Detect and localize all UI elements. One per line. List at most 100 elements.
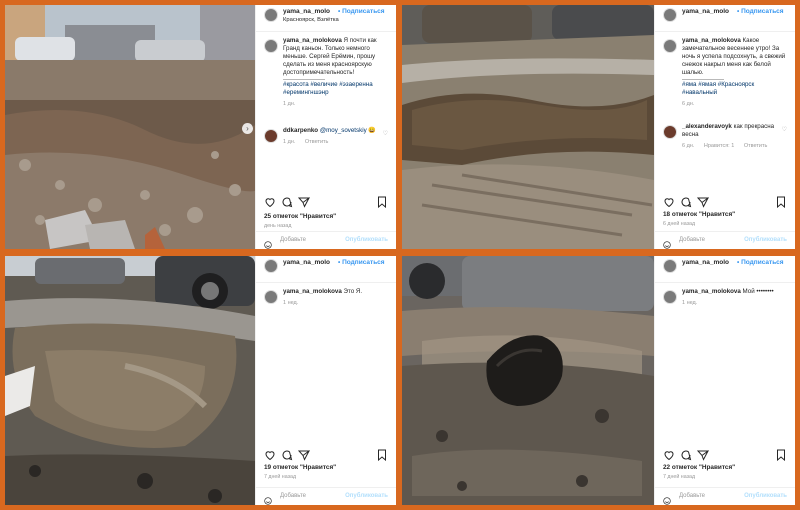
avatar[interactable] [264,259,278,273]
comment-icon[interactable] [680,196,692,208]
avatar[interactable] [264,8,278,22]
post-1: › yama_na_molo • Подписаться Красноярск,… [5,5,396,249]
add-comment-row: Добавьте Опубликовать [256,231,396,249]
avatar[interactable] [264,290,278,304]
heart-icon[interactable]: ♡ [782,126,787,133]
caption-text: Мой •••••••• [742,288,774,295]
add-comment-input[interactable]: Добавьте [679,493,705,499]
comment: _alexanderavoyk как прекрасна весна 6 дн… [663,123,787,149]
caption-username[interactable]: yama_na_molokova [682,37,741,44]
heart-icon[interactable] [663,196,675,208]
likes-count[interactable]: 22 отметок "Нравится" [663,464,735,471]
post-age: 6 дней назад [663,221,696,227]
avatar[interactable] [264,129,278,143]
heart-icon[interactable] [663,449,675,461]
action-bar [663,449,787,463]
add-comment-row: Добавьте Опубликовать [655,487,795,505]
smile-icon[interactable] [663,492,671,505]
comment-icon[interactable] [281,196,293,208]
smile-icon[interactable] [264,236,272,249]
post-2: yama_na_molo • Подписаться yama_na_molok… [402,5,795,249]
action-bar [264,449,388,463]
publish-button[interactable]: Опубликовать [744,237,787,243]
post-photo [5,256,255,505]
add-comment-input[interactable]: Добавьте [679,237,705,243]
chevron-right-icon[interactable]: › [242,123,253,134]
add-comment-input[interactable]: Добавьте [280,237,306,243]
post-sidebar: yama_na_molo • Подписаться Красноярск, В… [255,5,396,249]
bookmark-icon[interactable] [775,449,787,461]
username[interactable]: yama_na_molo [283,259,330,266]
comment-time: 1 дн. [283,139,296,145]
heart-icon[interactable] [264,196,276,208]
follow-button[interactable]: • Подписаться [737,259,784,266]
caption: yama_na_molokova Это Я. 1 нед. [264,288,388,306]
comment-time: 6 дн. [682,143,695,149]
follow-button[interactable]: • Подписаться [338,259,385,266]
smile-icon[interactable] [264,492,272,505]
username[interactable]: yama_na_molo [283,8,330,15]
caption-username[interactable]: yama_na_molokova [682,288,741,295]
post-age: день назад [264,223,292,229]
post-sidebar: yama_na_molo • Подписаться yama_na_molok… [654,5,795,249]
post-sidebar: yama_na_molo • Подписаться yama_na_molok… [255,256,396,505]
caption-text: Это Я. [343,288,363,295]
smile-icon[interactable] [663,236,671,249]
likes-count[interactable]: 18 отметок "Нравится" [663,211,735,218]
likes-count[interactable]: 19 отметок "Нравится" [264,464,336,471]
bookmark-icon[interactable] [376,449,388,461]
post-age: 7 дней назад [663,474,696,480]
caption-username[interactable]: yama_na_molokova [283,37,342,44]
heart-icon[interactable]: ♡ [383,130,388,137]
publish-button[interactable]: Опубликовать [744,493,787,499]
post-age: 7 дней назад [264,474,297,480]
comment-likes[interactable]: Нравится: 1 [704,143,734,149]
share-icon[interactable] [298,449,310,461]
bookmark-icon[interactable] [376,196,388,208]
avatar[interactable] [663,8,677,22]
heart-icon[interactable] [264,449,276,461]
publish-button[interactable]: Опубликовать [345,493,388,499]
post-header: yama_na_molo • Подписаться Красноярск, В… [256,5,396,32]
comment: ddkarpenko @moy_sovetskiy 😀 1 дн. Ответи… [264,127,388,145]
bookmark-icon[interactable] [775,196,787,208]
share-icon[interactable] [697,449,709,461]
username[interactable]: yama_na_molo [682,259,729,266]
share-icon[interactable] [298,196,310,208]
caption-time: 6 дн. [682,101,695,107]
avatar[interactable] [663,39,677,53]
follow-button[interactable]: • Подписаться [338,8,385,15]
reply-button[interactable]: Ответить [305,139,329,145]
caption-time: 1 дн. [283,101,296,107]
comment-username[interactable]: ddkarpenko [283,127,318,134]
comment-icon[interactable] [680,449,692,461]
comment-icon[interactable] [281,449,293,461]
post-sidebar: yama_na_molo • Подписаться yama_na_molok… [654,256,795,505]
avatar[interactable] [663,125,677,139]
likes-count[interactable]: 25 отметок "Нравится" [264,213,336,220]
post-photo [402,5,654,249]
comment-username[interactable]: _alexanderavoyk [682,123,732,130]
caption: yama_na_molokova Я почти как Гранд каньо… [264,37,388,107]
add-comment-row: Добавьте Опубликовать [256,487,396,505]
follow-button[interactable]: • Подписаться [737,8,784,15]
location-link[interactable]: Красноярск, Взлётка [283,17,339,23]
reply-button[interactable]: Ответить [744,143,768,149]
post-photo [5,5,255,249]
post-header: yama_na_molo • Подписаться [256,256,396,283]
caption-time: 1 нед. [283,300,299,306]
avatar[interactable] [663,259,677,273]
caption-hashtags[interactable]: #яма #ямая #Красноярск #навальный [682,81,754,96]
caption-username[interactable]: yama_na_molokova [283,288,342,295]
avatar[interactable] [663,290,677,304]
post-4: yama_na_molo • Подписаться yama_na_molok… [402,256,795,505]
post-3: yama_na_molo • Подписаться yama_na_molok… [5,256,396,505]
username[interactable]: yama_na_molo [682,8,729,15]
add-comment-input[interactable]: Добавьте [280,493,306,499]
publish-button[interactable]: Опубликовать [345,237,388,243]
caption-hashtags[interactable]: #красота #величие #эзаеренна #еремингншэ… [283,81,373,96]
comment-mention[interactable]: @moy_sovetskiy [320,127,367,134]
avatar[interactable] [264,39,278,53]
share-icon[interactable] [697,196,709,208]
post-header: yama_na_molo • Подписаться [655,256,795,283]
